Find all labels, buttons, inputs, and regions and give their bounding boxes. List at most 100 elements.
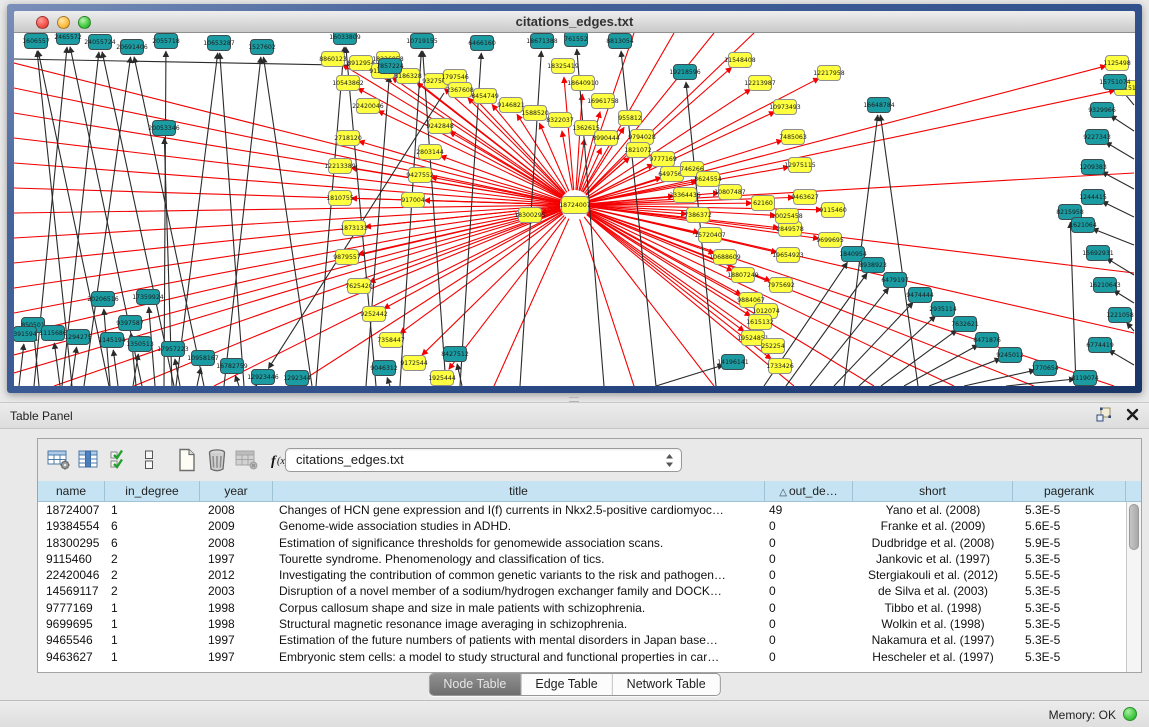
table-selector-dropdown[interactable]: citations_edges.txt [285, 448, 682, 472]
cell-out_degree[interactable]: 0 [765, 616, 853, 632]
citation-edge-red[interactable] [54, 210, 561, 386]
graph-node[interactable]: 6479197 [881, 273, 909, 288]
citation-edge-red[interactable] [584, 217, 714, 386]
citation-edge-black[interactable] [235, 375, 239, 386]
table-row[interactable]: 946554611997Estimation of the future num… [38, 632, 1141, 648]
cell-in_degree[interactable]: 1 [105, 649, 200, 665]
graph-node[interactable]: 15751074 [1099, 75, 1131, 90]
citation-edge-black[interactable] [656, 365, 723, 386]
graph-node[interactable]: 917004 [401, 193, 425, 208]
citation-edge-black[interactable] [19, 344, 24, 386]
cell-pagerank[interactable]: 5.3E-5 [1013, 616, 1126, 632]
tab-node-table[interactable]: Node Table [429, 674, 520, 695]
network-window[interactable]: citations_edges.txt 88601238912954182260… [7, 4, 1142, 393]
graph-node[interactable]: 2367608 [446, 83, 474, 98]
graph-node[interactable]: 1292344 [283, 371, 311, 386]
graph-node[interactable]: 10543862 [332, 76, 364, 91]
citation-edge-red[interactable] [422, 216, 564, 356]
cell-name[interactable]: 9699695 [38, 616, 105, 632]
graph-node[interactable]: 23364436 [669, 188, 701, 203]
citation-edge-black[interactable] [220, 53, 244, 386]
cell-short[interactable]: Dudbridge et al. (2008) [853, 535, 1013, 551]
delete-table-icon[interactable] [203, 446, 230, 474]
graph-node[interactable]: 2465572 [54, 33, 82, 45]
cell-year[interactable]: 1997 [200, 551, 273, 567]
graph-node-hub[interactable]: 18724007 [559, 197, 591, 214]
graph-node[interactable]: 1873133 [340, 221, 368, 236]
citation-edge-red[interactable] [589, 211, 1034, 386]
table-row[interactable]: 977716911998Corpus callosum shape and si… [38, 600, 1141, 616]
graph-node[interactable]: 1770654 [1031, 361, 1059, 376]
graph-node[interactable]: 9879557 [333, 250, 361, 265]
graph-node[interactable]: 20206516 [87, 292, 119, 307]
cell-title[interactable]: Tourette syndrome. Phenomenology and cla… [273, 551, 765, 567]
graph-node[interactable]: 1588520 [521, 106, 549, 121]
graph-node[interactable]: 1294275 [64, 330, 92, 345]
cell-in_degree[interactable]: 1 [105, 616, 200, 632]
cell-pagerank[interactable]: 5.3E-5 [1013, 649, 1126, 665]
graph-node[interactable]: 18807249 [727, 268, 759, 283]
graph-node[interactable]: 1221058 [1106, 308, 1134, 323]
citation-edge-black[interactable] [1113, 290, 1134, 303]
table-row[interactable]: 1456911722003Disruption of a novel membe… [38, 583, 1141, 599]
graph-node[interactable]: 12923446 [247, 370, 279, 385]
graph-node[interactable]: 8860123 [319, 52, 347, 67]
cell-name[interactable]: 9463627 [38, 649, 105, 665]
graph-node[interactable]: 6774419 [1086, 338, 1114, 353]
graph-node[interactable]: 1115686 [39, 326, 67, 341]
citation-edge-red[interactable] [14, 209, 561, 355]
cell-name[interactable]: 14569117 [38, 583, 105, 599]
cell-short[interactable]: Hescheler et al. (1997) [853, 649, 1013, 665]
cell-year[interactable]: 2003 [200, 583, 273, 599]
citation-edge-black[interactable] [1127, 323, 1134, 331]
graph-node[interactable]: 1125498 [1103, 56, 1131, 71]
graph-node[interactable]: 8471876 [973, 333, 1001, 348]
citation-edge-red[interactable] [14, 208, 560, 335]
cell-name[interactable]: 18724007 [38, 502, 105, 518]
column-header-title[interactable]: title [273, 481, 765, 501]
cell-year[interactable]: 2008 [200, 535, 273, 551]
column-header-pagerank[interactable]: pagerank [1013, 481, 1126, 501]
graph-node[interactable]: 10688609 [709, 250, 741, 265]
graph-node[interactable]: 1925444 [428, 371, 456, 386]
graph-node[interactable]: 1527602 [248, 40, 276, 55]
cell-pagerank[interactable]: 5.6E-5 [1013, 518, 1126, 534]
cell-in_degree[interactable]: 1 [105, 600, 200, 616]
graph-node[interactable]: 2935114 [929, 302, 957, 317]
float-panel-icon[interactable] [1096, 407, 1112, 427]
graph-node[interactable]: 11548408 [724, 53, 756, 68]
graph-node[interactable]: 8990444 [592, 131, 620, 146]
citation-edge-red[interactable] [494, 219, 569, 386]
graph-node[interactable]: 1145194 [98, 333, 126, 348]
table-row[interactable]: 1830029562008Estimation of significance … [38, 535, 1141, 551]
cell-pagerank[interactable]: 5.3E-5 [1013, 551, 1126, 567]
cell-year[interactable]: 2008 [200, 502, 273, 518]
table-row[interactable]: 2242004622012Investigating the contribut… [38, 567, 1141, 583]
citation-edge-red[interactable] [14, 63, 560, 201]
graph-node[interactable]: 9463627 [791, 190, 819, 205]
graph-node[interactable]: 2718120 [334, 131, 362, 146]
graph-node[interactable]: 17359924 [132, 290, 164, 305]
graph-node[interactable]: 16782759 [216, 359, 248, 374]
graph-node[interactable]: 7386372 [684, 208, 712, 223]
citation-edge-black[interactable] [1102, 201, 1134, 217]
graph-node[interactable]: 3624554 [694, 172, 722, 187]
graph-node[interactable]: 20691406 [116, 40, 148, 55]
citation-edge-red[interactable] [589, 210, 1114, 386]
graph-node[interactable]: 10973493 [769, 100, 801, 115]
citation-edge-black[interactable] [1110, 115, 1134, 131]
cell-short[interactable]: Wolkin et al. (1998) [853, 616, 1013, 632]
cell-title[interactable]: Investigating the contribution of common… [273, 567, 765, 583]
graph-node[interactable]: 1209383 [1079, 160, 1107, 175]
graph-node[interactable]: 19218596 [669, 65, 701, 80]
row-height-icon[interactable] [135, 446, 162, 474]
graph-node[interactable]: 8119074 [1071, 371, 1099, 386]
graph-node[interactable]: 252254 [761, 339, 785, 354]
graph-node[interactable]: 16033809 [329, 33, 361, 45]
graph-node[interactable]: 7857224 [376, 59, 404, 74]
graph-node[interactable]: 9046312 [370, 361, 398, 376]
graph-node[interactable]: 22420046 [352, 99, 384, 114]
cell-name[interactable]: 19384554 [38, 518, 105, 534]
selection-mode-icon[interactable] [105, 446, 132, 474]
graph-node[interactable]: 12213389 [324, 159, 356, 174]
